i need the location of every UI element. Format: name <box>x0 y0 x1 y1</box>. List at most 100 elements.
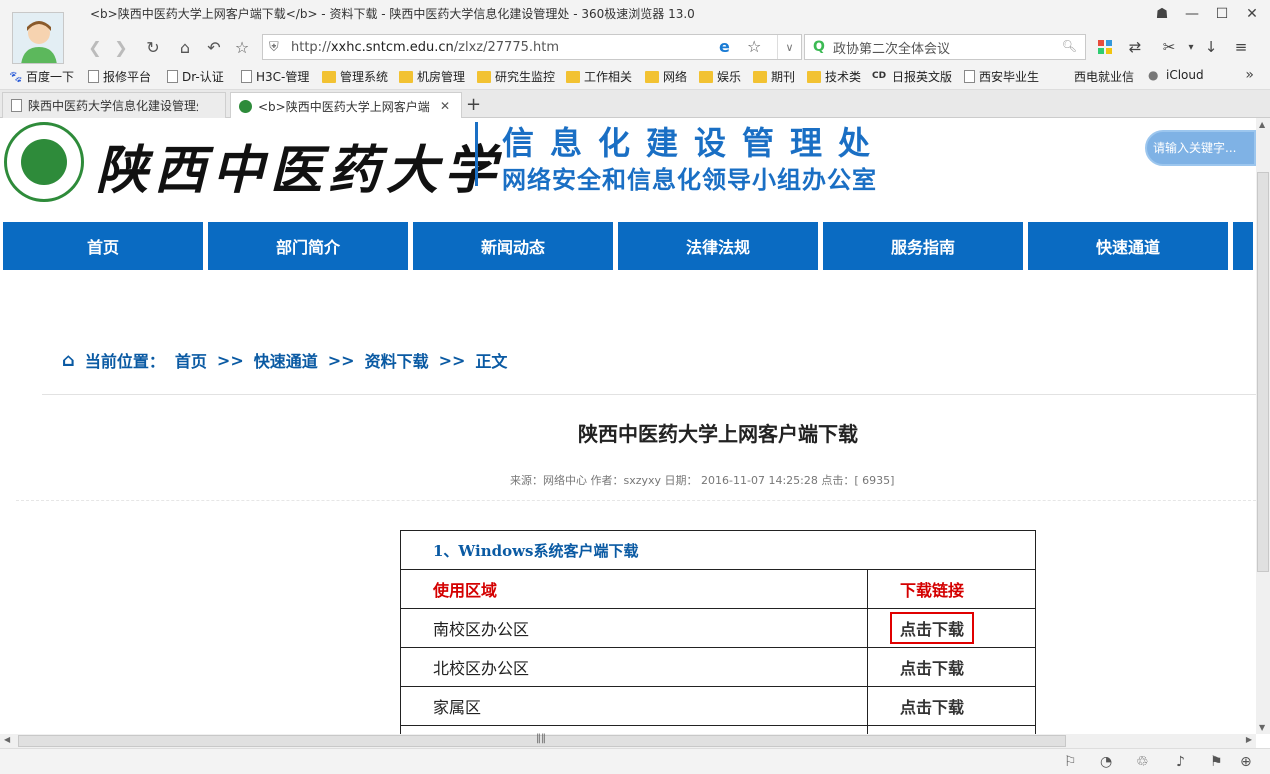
bookmark-folder[interactable]: 技术类 <box>807 68 861 85</box>
site-search[interactable] <box>1145 130 1256 166</box>
bookmark-item[interactable]: CD 日报英文版 <box>872 68 952 85</box>
department-name: 信息化建设管理处 <box>502 124 887 162</box>
breadcrumb-quick-access[interactable]: 快速通道 <box>254 348 318 372</box>
download-link-south-office[interactable]: 点击下载 <box>890 612 975 644</box>
breadcrumb-downloads[interactable]: 资料下载 <box>365 348 429 372</box>
bookmark-folder[interactable]: 期刊 <box>753 68 795 85</box>
scroll-right-icon[interactable]: ▶ <box>1246 735 1252 744</box>
divider <box>16 500 1256 501</box>
bookmark-item[interactable]: 西安毕业生 <box>964 68 1039 85</box>
window-title: <b>陕西中医药大学上网客户端下载</b> - 资料下载 - 陕西中医药大学信息… <box>90 7 695 21</box>
bookmark-item[interactable]: ● iCloud <box>1148 68 1204 82</box>
home-icon[interactable]: ⌂ <box>174 36 196 58</box>
table-header-row: 使用区域 下载链接 <box>400 569 1036 609</box>
skin-icon[interactable]: ☗ <box>1152 4 1172 24</box>
pin-icon[interactable]: ⚐ <box>1064 754 1077 770</box>
folder-icon <box>645 70 659 83</box>
tab-client-download[interactable]: <b>陕西中医药大学上网客户端 ✕ <box>230 92 462 119</box>
forward-icon[interactable]: ❯ <box>110 36 132 58</box>
table-row: 南校区办公区 点击下载 <box>400 608 1036 648</box>
bookmark-item[interactable]: 报修平台 <box>88 68 151 85</box>
download-link-family-area[interactable]: 点击下载 <box>900 698 964 717</box>
close-tab-icon[interactable]: ✕ <box>440 99 450 113</box>
breadcrumb: ⌂ 当前位置： 首页 >> 快速通道 >> 资料下载 >> 正文 <box>62 348 507 372</box>
bookmark-item[interactable]: 🐾︎ 百度一下 <box>8 68 74 85</box>
table-row: 1、Windows系统客户端下载 <box>400 530 1036 570</box>
folder-icon <box>699 70 713 83</box>
user-avatar[interactable] <box>12 12 64 64</box>
download-link-cell: 点击下载 <box>867 686 1036 726</box>
speed-icon[interactable]: ◔ <box>1100 754 1112 770</box>
url-text[interactable]: http://xxhc.sntcm.edu.cn/zlxz/27775.htm <box>291 40 559 55</box>
breadcrumb-separator: >> <box>216 350 244 370</box>
new-tab-icon[interactable]: + <box>466 94 481 115</box>
scroll-left-icon[interactable]: ◀ <box>4 735 10 744</box>
close-button[interactable]: ✕ <box>1242 4 1262 24</box>
divider <box>42 394 1256 395</box>
download-link-north-office[interactable]: 点击下载 <box>900 659 964 678</box>
breadcrumb-separator: >> <box>327 350 355 370</box>
download-icon[interactable]: ↓ <box>1200 36 1222 58</box>
main-menu: 首页 部门简介 新闻动态 法律法规 服务指南 快速通道 <box>0 222 1256 274</box>
more-bookmarks-icon[interactable]: » <box>1245 67 1254 83</box>
bookmark-item[interactable]: H3C-管理 <box>241 68 309 85</box>
scroll-up-icon[interactable]: ▲ <box>1259 120 1265 129</box>
bookmark-folder[interactable]: 娱乐 <box>699 68 741 85</box>
back-icon[interactable]: ❮ <box>84 36 106 58</box>
area-cell: 家属区 <box>400 686 868 726</box>
vertical-scroll-thumb[interactable] <box>1257 172 1269 572</box>
home-icon[interactable]: ⌂ <box>62 350 75 371</box>
ie-engine-icon[interactable]: e <box>719 37 730 56</box>
address-bar[interactable]: ⛨ http://xxhc.sntcm.edu.cn/zlxz/27775.ht… <box>262 34 802 60</box>
apps-grid-icon[interactable] <box>1094 36 1116 58</box>
menu-item-news[interactable]: 新闻动态 <box>413 222 613 270</box>
bookmark-folder[interactable]: 管理系统 <box>322 68 388 85</box>
search-input[interactable] <box>833 38 1053 56</box>
breadcrumb-current[interactable]: 正文 <box>475 348 507 372</box>
vertical-scrollbar[interactable]: ▲ ▼ <box>1256 118 1270 734</box>
menu-item-quick-access[interactable]: 快速通道 <box>1028 222 1228 270</box>
undo-close-icon[interactable]: ↶ <box>203 36 225 58</box>
clean-icon[interactable]: ⚑ <box>1210 754 1223 770</box>
search-icon[interactable]: 🔍︎ <box>1062 39 1077 53</box>
search-box[interactable]: Q 🔍︎ <box>804 34 1086 60</box>
bookmark-star-icon[interactable]: ☆ <box>747 37 761 56</box>
clear-trash-icon[interactable]: ♲ <box>1136 754 1149 770</box>
page-icon <box>11 99 22 112</box>
bookmark-folder[interactable]: 研究生监控 <box>477 68 555 85</box>
favorite-star-icon[interactable]: ☆ <box>231 36 253 58</box>
bookmark-folder[interactable]: 网络 <box>645 68 687 85</box>
menu-icon[interactable]: ≡ <box>1230 36 1252 58</box>
menu-item-about[interactable]: 部门简介 <box>208 222 408 270</box>
scroll-down-icon[interactable]: ▼ <box>1259 723 1265 732</box>
tab-info-department[interactable]: 陕西中医药大学信息化建设管理处 <box>2 92 226 118</box>
scissors-dropdown-icon[interactable]: ▾ <box>1180 36 1202 58</box>
user-avatar-icon <box>13 13 63 63</box>
bookmark-folder[interactable]: 工作相关 <box>566 68 632 85</box>
zoom-icon[interactable]: ⊕ <box>1240 754 1252 770</box>
mute-icon[interactable]: ♪ <box>1176 754 1185 770</box>
menu-item-home[interactable]: 首页 <box>3 222 203 270</box>
sync-icon[interactable]: ⇄ <box>1124 36 1146 58</box>
table-row: 家属区 点击下载 <box>400 686 1036 726</box>
menu-item-services[interactable]: 服务指南 <box>823 222 1023 270</box>
bookmark-item[interactable]: 西电就业信 <box>1074 68 1134 85</box>
site-search-input[interactable] <box>1147 132 1254 164</box>
area-cell <box>400 725 868 734</box>
maximize-button[interactable]: ☐ <box>1212 4 1232 24</box>
minimize-button[interactable]: — <box>1182 4 1202 24</box>
column-header-link: 下载链接 <box>867 569 1036 609</box>
bookmark-item[interactable]: Dr-认证 <box>167 68 224 85</box>
reload-icon[interactable]: ↻ <box>142 36 164 58</box>
bookmark-folder[interactable]: 机房管理 <box>399 68 465 85</box>
school-logo[interactable] <box>4 122 84 202</box>
folder-icon <box>807 70 821 83</box>
screenshot-scissors-icon[interactable]: ✂ <box>1158 36 1180 58</box>
breadcrumb-home[interactable]: 首页 <box>175 348 207 372</box>
table-row <box>400 725 1036 734</box>
menu-item-laws[interactable]: 法律法规 <box>618 222 818 270</box>
menu-item-overflow[interactable] <box>1233 222 1253 270</box>
security-shield-icon[interactable]: ⛨ <box>269 40 279 55</box>
address-dropdown-icon[interactable]: ∨ <box>777 35 801 59</box>
horizontal-scrollbar[interactable]: ◀ ‖‖ ▶ <box>0 733 1256 748</box>
